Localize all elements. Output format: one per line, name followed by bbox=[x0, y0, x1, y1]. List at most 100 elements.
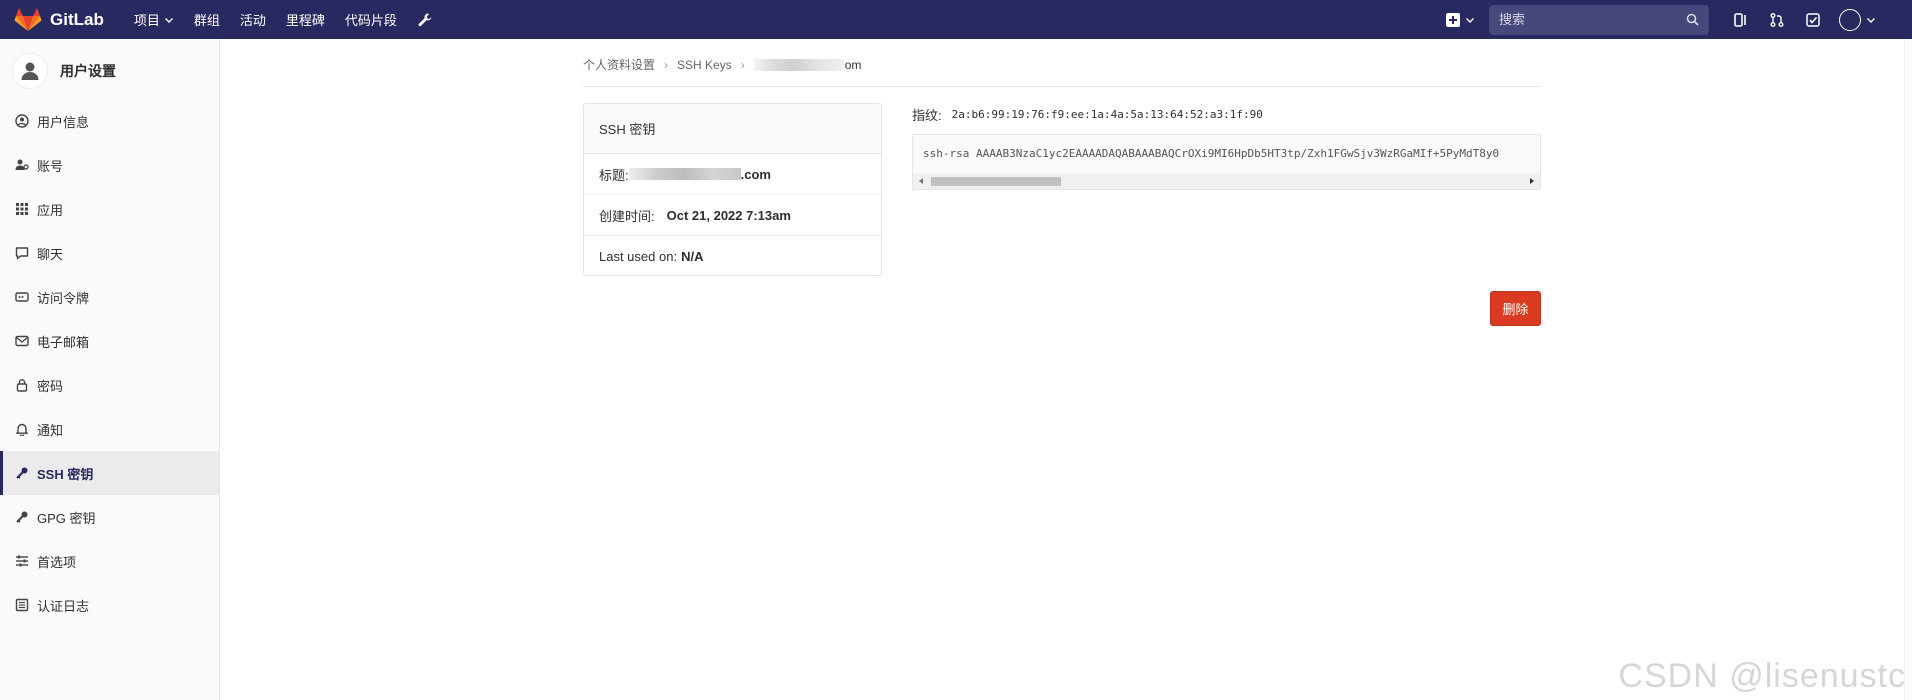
merge-request-icon bbox=[1770, 12, 1784, 27]
fingerprint-value: 2a:b6:99:19:76:f9:ee:1a:4a:5a:13:64:52:a… bbox=[951, 108, 1263, 121]
sidebar-item-password[interactable]: 密码 bbox=[0, 363, 219, 407]
search-box[interactable] bbox=[1489, 4, 1709, 35]
redacted-text bbox=[753, 58, 844, 71]
apps-grid-icon bbox=[16, 203, 28, 215]
nav-groups[interactable]: 群组 bbox=[184, 0, 230, 39]
ssh-key-details-card: SSH 密钥 标题: .com 创建时间: Oct 21, 2022 7:13a… bbox=[583, 103, 882, 276]
sidebar-item-access-tokens[interactable]: 访问令牌 bbox=[0, 275, 219, 319]
sidebar-item-label: 电子邮箱 bbox=[37, 334, 90, 350]
chevron-right-icon: › bbox=[664, 57, 669, 72]
chevron-down-icon bbox=[164, 17, 173, 23]
nav-activity[interactable]: 活动 bbox=[230, 0, 276, 39]
sidebar-header[interactable]: 用户设置 bbox=[0, 43, 219, 99]
sidebar-item-label: 应用 bbox=[37, 202, 64, 218]
sidebar-item-preferences[interactable]: 首选项 bbox=[0, 539, 219, 583]
nav-projects[interactable]: 项目 bbox=[124, 0, 184, 39]
sidebar-item-emails[interactable]: 电子邮箱 bbox=[0, 319, 219, 363]
key-created-label: 创建时间: bbox=[599, 208, 655, 224]
key-created-value: Oct 21, 2022 7:13am bbox=[666, 207, 791, 223]
key-title-label: 标题: bbox=[599, 167, 629, 183]
sidebar-item-label: GPG 密钥 bbox=[37, 510, 96, 526]
header-divider bbox=[583, 86, 1541, 87]
sliders-icon bbox=[16, 555, 28, 567]
sidebar-item-profile[interactable]: 用户信息 bbox=[0, 99, 219, 143]
avatar bbox=[1839, 8, 1861, 31]
chat-icon bbox=[15, 247, 29, 260]
log-icon bbox=[15, 598, 29, 612]
delete-button[interactable]: 删除 bbox=[1490, 291, 1541, 326]
scroll-right-icon[interactable] bbox=[1530, 178, 1534, 184]
mail-icon bbox=[15, 335, 29, 347]
brand[interactable]: GitLab bbox=[0, 0, 124, 39]
sidebar-item-label: 认证日志 bbox=[37, 598, 90, 614]
sidebar-item-label: 访问令牌 bbox=[37, 290, 90, 306]
sidebar-avatar bbox=[12, 53, 48, 89]
breadcrumb-ssh-keys[interactable]: SSH Keys bbox=[677, 58, 732, 72]
navbar-right bbox=[1445, 0, 1912, 39]
fingerprint: 指纹: 2a:b6:99:19:76:f9:ee:1a:4a:5a:13:64:… bbox=[912, 105, 1263, 124]
lock-icon bbox=[16, 379, 28, 392]
plus-square-icon bbox=[1446, 12, 1460, 27]
nav-milestones-label: 里程碑 bbox=[285, 13, 325, 28]
wrench-icon[interactable] bbox=[417, 12, 433, 28]
horizontal-scrollbar[interactable] bbox=[913, 173, 1540, 189]
key-icon bbox=[16, 511, 28, 523]
user-icon bbox=[21, 62, 39, 80]
ssh-key-content-box[interactable]: ssh-rsa AAAAB3NzaC1yc2EAAAADAQABAAABAQCr… bbox=[912, 134, 1541, 190]
nav-links: 项目 群组 活动 里程碑 代码片段 bbox=[124, 0, 433, 39]
nav-snippets-label: 代码片段 bbox=[344, 13, 397, 28]
brand-name: GitLab bbox=[50, 9, 104, 29]
sidebar-item-ssh-keys[interactable]: SSH 密钥 bbox=[0, 451, 219, 495]
key-last-used-value: N/A bbox=[681, 249, 704, 264]
todo-check-icon bbox=[1806, 12, 1820, 27]
key-last-used-label: Last used on: bbox=[599, 249, 678, 264]
sidebar-item-label: SSH 密钥 bbox=[37, 466, 94, 482]
search-icon bbox=[1686, 13, 1699, 26]
gitlab-logo-icon bbox=[14, 7, 42, 31]
sidebar-title: 用户设置 bbox=[60, 63, 116, 79]
sidebar-item-auth-log[interactable]: 认证日志 bbox=[0, 583, 219, 627]
search-input[interactable] bbox=[1499, 12, 1686, 27]
account-icon bbox=[15, 159, 29, 170]
nav-snippets[interactable]: 代码片段 bbox=[335, 0, 407, 39]
sidebar-item-label: 用户信息 bbox=[37, 114, 90, 130]
chevron-down-icon bbox=[1466, 17, 1474, 23]
sidebar-item-chat[interactable]: 聊天 bbox=[0, 231, 219, 275]
key-title-value: .com bbox=[740, 166, 771, 182]
sidebar-item-gpg-keys[interactable]: GPG 密钥 bbox=[0, 495, 219, 539]
nav-projects-label: 项目 bbox=[133, 13, 160, 28]
key-icon bbox=[16, 467, 28, 479]
user-menu-button[interactable] bbox=[1839, 8, 1876, 31]
scrollbar-thumb[interactable] bbox=[931, 177, 1061, 186]
settings-sidebar: 用户设置 用户信息 账号 应用 聊天 访问令牌 电子邮箱 密码 通知 SSH 密… bbox=[0, 39, 220, 700]
sidebar-item-label: 密码 bbox=[37, 378, 64, 394]
todos-button[interactable] bbox=[1795, 0, 1831, 39]
key-created-row: 创建时间: Oct 21, 2022 7:13am bbox=[584, 195, 881, 236]
new-item-button[interactable] bbox=[1445, 12, 1475, 28]
issues-icon bbox=[1734, 12, 1746, 27]
merge-requests-button[interactable] bbox=[1759, 0, 1795, 39]
nav-milestones[interactable]: 里程碑 bbox=[276, 0, 335, 39]
top-navbar: GitLab 项目 群组 活动 里程碑 代码片段 bbox=[0, 0, 1912, 39]
token-icon bbox=[15, 292, 29, 302]
page-scroll-track bbox=[1904, 39, 1912, 700]
chevron-right-icon: › bbox=[740, 57, 745, 72]
issues-button[interactable] bbox=[1723, 0, 1759, 39]
sidebar-item-account[interactable]: 账号 bbox=[0, 143, 219, 187]
breadcrumb-profile-settings[interactable]: 个人资料设置 bbox=[583, 56, 655, 73]
card-header: SSH 密钥 bbox=[584, 104, 881, 154]
sidebar-item-notifications[interactable]: 通知 bbox=[0, 407, 219, 451]
scroll-left-icon[interactable] bbox=[919, 178, 923, 184]
user-circle-icon bbox=[15, 114, 29, 128]
bell-icon bbox=[16, 423, 28, 436]
sidebar-item-label: 首选项 bbox=[37, 554, 77, 570]
sidebar-item-applications[interactable]: 应用 bbox=[0, 187, 219, 231]
redacted-text bbox=[628, 168, 741, 180]
fingerprint-label: 指纹: bbox=[912, 108, 942, 123]
watermark: CSDN @lisenustc bbox=[1618, 657, 1906, 695]
breadcrumb-current: om bbox=[844, 57, 862, 72]
chevron-down-icon bbox=[1867, 17, 1875, 23]
nav-activity-label: 活动 bbox=[239, 13, 266, 28]
nav-groups-label: 群组 bbox=[193, 13, 220, 28]
ssh-key-content[interactable]: ssh-rsa AAAAB3NzaC1yc2EAAAADAQABAAABAQCr… bbox=[923, 147, 1529, 160]
